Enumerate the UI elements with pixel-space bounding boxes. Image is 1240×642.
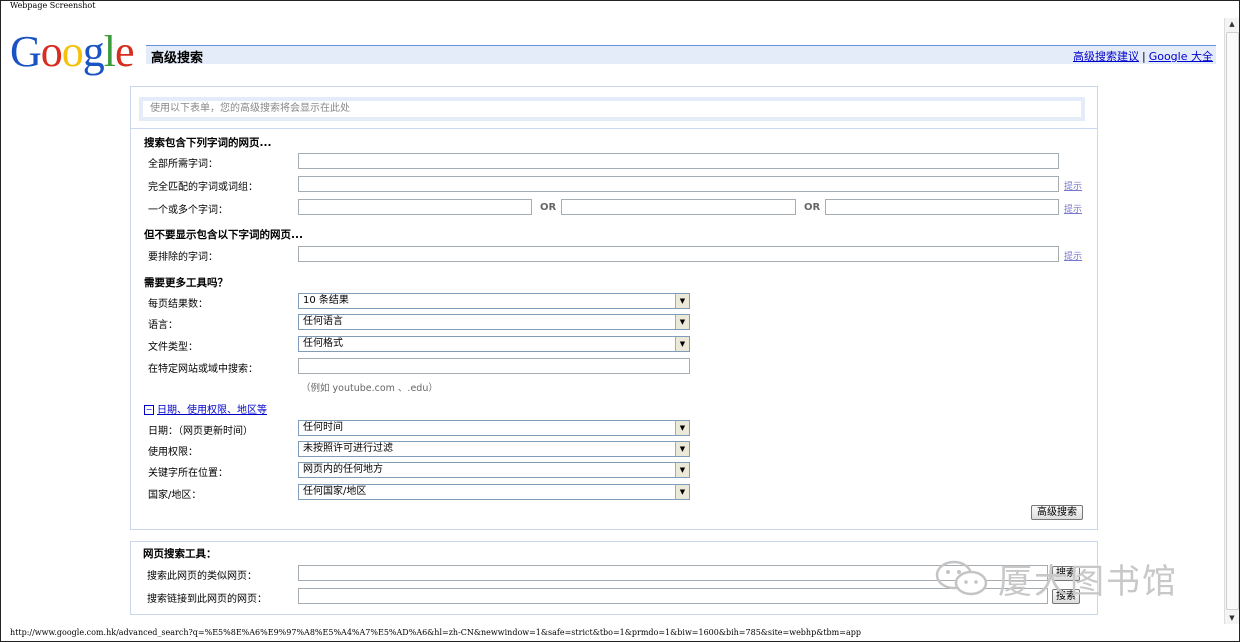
vertical-scrollbar[interactable]: ▲ ▼ [1224,18,1239,624]
advanced-search-tips-link[interactable]: 高级搜索建议 [1073,50,1139,63]
exclude-label: 要排除的字词： [148,252,218,263]
date-value: 任何时间 [303,422,343,433]
file-type-select[interactable]: 任何格式 ▼ [298,336,690,352]
or-label-2: OR [804,202,821,213]
scroll-down-icon[interactable]: ▼ [1225,612,1239,624]
collapse-icon: − [144,405,154,415]
logo-letter: o [40,27,63,76]
usage-rights-select[interactable]: 未按照许可进行过滤 ▼ [298,441,690,457]
exact-phrase-input[interactable] [298,176,1059,192]
link-separator: | [1141,50,1146,63]
all-words-label: 全部所需字词： [148,159,218,170]
logo-letter: G [10,27,42,76]
exact-phrase-label: 完全匹配的字词或词组： [148,182,258,193]
region-value: 任何国家/地区 [303,486,367,497]
file-type-label: 文件类型： [148,342,198,353]
any-hint-link[interactable]: 提示 [1064,202,1082,215]
results-per-page-label: 每页结果数： [148,299,208,310]
any-words-input-1[interactable] [298,199,532,215]
google-logo[interactable]: Google [10,27,135,76]
advanced-search-button[interactable]: 高级搜索 [1031,505,1083,520]
expander-label: 日期、使用权限、地区等 [157,405,267,416]
logo-letter: g [82,27,105,76]
chevron-down-icon[interactable]: ▼ [675,485,689,499]
page-title: 高级搜索 [151,51,204,66]
chevron-down-icon[interactable]: ▼ [675,463,689,477]
watermark-text: 厦大图书馆 [998,561,1178,602]
or-label-1: OR [540,202,557,213]
logo-letter: e [115,27,135,76]
results-per-page-value: 10 条结果 [303,295,349,306]
any-words-input-3[interactable] [825,199,1059,215]
chevron-down-icon[interactable]: ▼ [675,442,689,456]
exclude-input[interactable] [298,246,1059,262]
chevron-down-icon[interactable]: ▼ [675,421,689,435]
exclude-hint-link[interactable]: 提示 [1064,249,1082,262]
results-per-page-select[interactable]: 10 条结果 ▼ [298,293,690,309]
form-area: 搜索包含下列字词的网页... 全部所需字词： 完全匹配的字词或词组： 提示 一个… [131,128,1097,530]
language-select[interactable]: 任何语言 ▼ [298,314,690,330]
keyword-location-value: 网页内的任何地方 [303,464,383,475]
more-tools-title: 需要更多工具吗？ [144,277,228,289]
file-type-value: 任何格式 [303,338,343,349]
title-bar: 高级搜索 高级搜索建议 | Google 大全 [146,45,1216,66]
usage-rights-label: 使用权限： [148,447,198,458]
google-all-link[interactable]: Google 大全 [1149,50,1213,63]
query-preview: 使用以下表单，您的高级搜索将会显示在此处 [139,97,1085,121]
chevron-down-icon[interactable]: ▼ [675,294,689,308]
wechat-icon [935,560,988,596]
exact-hint-link[interactable]: 提示 [1064,179,1082,192]
keyword-location-label: 关键字所在位置： [148,468,228,479]
screenshot-caption: Webpage Screenshot [10,1,96,10]
date-label: 日期：（网页更新时间） [148,426,253,437]
library-watermark: 厦大图书馆 [932,556,1178,602]
region-select[interactable]: 任何国家/地区 ▼ [298,484,690,500]
language-label: 语言： [148,320,178,331]
header-links: 高级搜索建议 | Google 大全 [1073,48,1213,64]
advanced-search-panel: 使用以下表单，您的高级搜索将会显示在此处 搜索包含下列字词的网页... 全部所需… [130,86,1098,530]
linking-pages-label: 搜索链接到此网页的网页： [147,594,267,605]
site-search-input[interactable] [298,358,690,374]
usage-rights-value: 未按照许可进行过滤 [303,443,393,454]
chevron-down-icon[interactable]: ▼ [675,337,689,351]
logo-letter: l [103,27,116,76]
page-tools-title: 网页搜索工具： [143,548,217,560]
site-search-example: （例如 youtube.com 、.edu） [301,383,438,394]
all-words-input[interactable] [298,153,1059,169]
scroll-thumb[interactable] [1226,32,1239,610]
site-search-label: 在特定网站或域中搜索： [148,364,258,375]
language-value: 任何语言 [303,316,343,327]
chevron-down-icon[interactable]: ▼ [675,315,689,329]
query-preview-box: 使用以下表单，您的高级搜索将会显示在此处 [143,101,1081,117]
any-words-label: 一个或多个字词： [148,205,228,216]
date-rights-region-expander[interactable]: − 日期、使用权限、地区等 [144,401,267,416]
region-label: 国家/地区： [148,490,202,501]
keyword-location-select[interactable]: 网页内的任何地方 ▼ [298,462,690,478]
similar-pages-label: 搜索此网页的类似网页： [147,571,257,582]
any-words-input-2[interactable] [561,199,796,215]
logo-letter: o [61,27,84,76]
scroll-up-icon[interactable]: ▲ [1225,18,1239,30]
status-bar: http://www.google.com.hk/advanced_search… [1,626,1223,640]
date-select[interactable]: 任何时间 ▼ [298,420,690,436]
exclude-section-title: 但不要显示包含以下字词的网页... [144,229,303,241]
find-section-title: 搜索包含下列字词的网页... [144,137,272,149]
